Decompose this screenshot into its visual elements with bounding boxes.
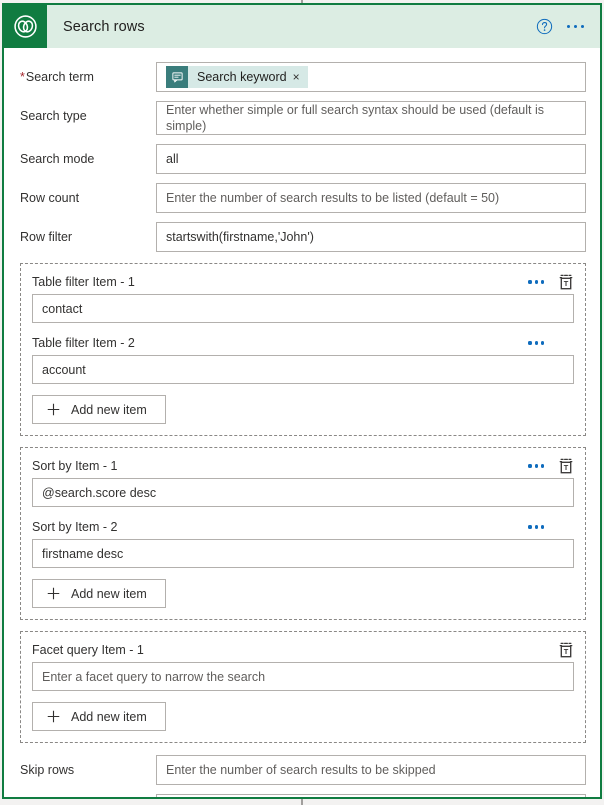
- close-icon[interactable]: ×: [293, 71, 308, 83]
- sort-by-input-2[interactable]: firstname desc: [32, 539, 574, 568]
- plus-icon: [47, 710, 60, 723]
- svg-text:T: T: [564, 463, 569, 472]
- search-type-input[interactable]: Enter whether simple or full search synt…: [156, 101, 586, 135]
- item-actions: T: [558, 642, 574, 659]
- row-filter-input[interactable]: startswith(firstname,'John'): [156, 222, 586, 252]
- dataverse-logo-icon: [4, 5, 47, 48]
- table-filter-item-2: Table filter Item - 2 account: [32, 334, 574, 384]
- sort-by-group: Sort by Item - 1 T @search.score desc So…: [20, 447, 586, 620]
- action-body: *Search term Search keyword × Search typ…: [4, 62, 600, 797]
- more-ellipsis-icon[interactable]: [528, 525, 544, 529]
- flow-connector-bottom: [301, 798, 303, 805]
- dynamic-content-table-token-icon[interactable]: T: [558, 274, 574, 291]
- label-row-filter: Row filter: [20, 230, 73, 244]
- item-header: Table filter Item - 2: [32, 334, 574, 352]
- item-title: Sort by Item - 2: [32, 520, 118, 534]
- item-actions: T: [528, 458, 574, 475]
- dynamic-content-token-icon: [166, 66, 188, 88]
- label-search-term: *Search term: [20, 70, 94, 84]
- add-new-item-label: Add new item: [71, 402, 147, 417]
- item-header: Sort by Item - 1 T: [32, 457, 574, 475]
- more-ellipsis-icon[interactable]: [528, 464, 544, 468]
- label-return-row-count: Return row count: [20, 794, 156, 797]
- skip-rows-input[interactable]: Enter the number of search results to be…: [156, 755, 586, 785]
- flow-action-canvas: Search rows *Search term Search keyword …: [0, 0, 604, 805]
- field-row-search-term: *Search term Search keyword ×: [4, 62, 600, 92]
- field-row-row-count: Row count Enter the number of search res…: [4, 183, 600, 213]
- item-header: Facet query Item - 1 T: [32, 641, 574, 659]
- facet-query-input-1[interactable]: Enter a facet query to narrow the search: [32, 662, 574, 691]
- add-new-item-button-facet-query[interactable]: Add new item: [32, 702, 166, 731]
- item-title: Table filter Item - 1: [32, 275, 135, 289]
- facet-query-item-1: Facet query Item - 1 T Enter a facet que…: [32, 641, 574, 691]
- help-circle-icon[interactable]: [536, 18, 553, 35]
- field-row-row-filter: Row filter startswith(firstname,'John'): [4, 222, 600, 252]
- sort-by-item-1: Sort by Item - 1 T @search.score desc: [32, 457, 574, 507]
- search-mode-input[interactable]: all: [156, 144, 586, 174]
- item-title: Sort by Item - 1: [32, 459, 118, 473]
- field-row-search-type: Search type Enter whether simple or full…: [4, 101, 600, 135]
- add-new-item-label: Add new item: [71, 709, 147, 724]
- plus-icon: [47, 403, 60, 416]
- svg-text:T: T: [564, 279, 569, 288]
- sort-by-item-2: Sort by Item - 2 firstname desc: [32, 518, 574, 568]
- facet-query-group: Facet query Item - 1 T Enter a facet que…: [20, 631, 586, 743]
- header-actions: [536, 18, 601, 35]
- item-actions: T: [528, 274, 574, 291]
- table-filter-item-1: Table filter Item - 1 T contact: [32, 273, 574, 323]
- action-header[interactable]: Search rows: [4, 5, 600, 48]
- item-title: Table filter Item - 2: [32, 336, 135, 350]
- table-filter-input-2[interactable]: account: [32, 355, 574, 384]
- dynamic-content-table-token-icon[interactable]: T: [558, 458, 574, 475]
- item-actions: [528, 335, 574, 352]
- label-skip-rows: Skip rows: [20, 763, 75, 777]
- search-rows-action-card: Search rows *Search term Search keyword …: [2, 3, 602, 799]
- add-new-item-button-sort-by[interactable]: Add new item: [32, 579, 166, 608]
- add-new-item-button-table-filter[interactable]: Add new item: [32, 395, 166, 424]
- table-filter-group: Table filter Item - 1 T contact Table fi…: [20, 263, 586, 436]
- row-count-input[interactable]: Enter the number of search results to be…: [156, 183, 586, 213]
- action-title: Search rows: [63, 18, 145, 35]
- item-header: Table filter Item - 1 T: [32, 273, 574, 291]
- search-term-token[interactable]: Search keyword ×: [166, 66, 308, 88]
- plus-icon: [47, 587, 60, 600]
- required-asterisk: *: [20, 70, 25, 84]
- badge-spacer: [558, 335, 574, 352]
- badge-spacer: [558, 519, 574, 536]
- return-row-count-dropdown[interactable]: Choose an option: [156, 794, 586, 797]
- dynamic-content-table-token-icon[interactable]: T: [558, 642, 574, 659]
- label-search-mode: Search mode: [20, 152, 95, 166]
- item-actions: [528, 519, 574, 536]
- field-row-return-row-count: Return row count Choose an option: [4, 794, 600, 797]
- sort-by-input-1[interactable]: @search.score desc: [32, 478, 574, 507]
- item-header: Sort by Item - 2: [32, 518, 574, 536]
- label-row-count: Row count: [20, 191, 80, 205]
- search-term-input[interactable]: Search keyword ×: [156, 62, 586, 92]
- svg-text:T: T: [564, 647, 569, 656]
- more-ellipsis-icon[interactable]: [528, 280, 544, 284]
- more-ellipsis-icon[interactable]: [566, 18, 584, 35]
- search-term-token-label: Search keyword: [197, 70, 287, 84]
- field-row-search-mode: Search mode all: [4, 144, 600, 174]
- add-new-item-label: Add new item: [71, 586, 147, 601]
- field-row-skip-rows: Skip rows Enter the number of search res…: [4, 755, 600, 785]
- table-filter-input-1[interactable]: contact: [32, 294, 574, 323]
- label-search-type: Search type: [20, 109, 87, 123]
- item-title: Facet query Item - 1: [32, 643, 144, 657]
- more-ellipsis-icon[interactable]: [528, 341, 544, 345]
